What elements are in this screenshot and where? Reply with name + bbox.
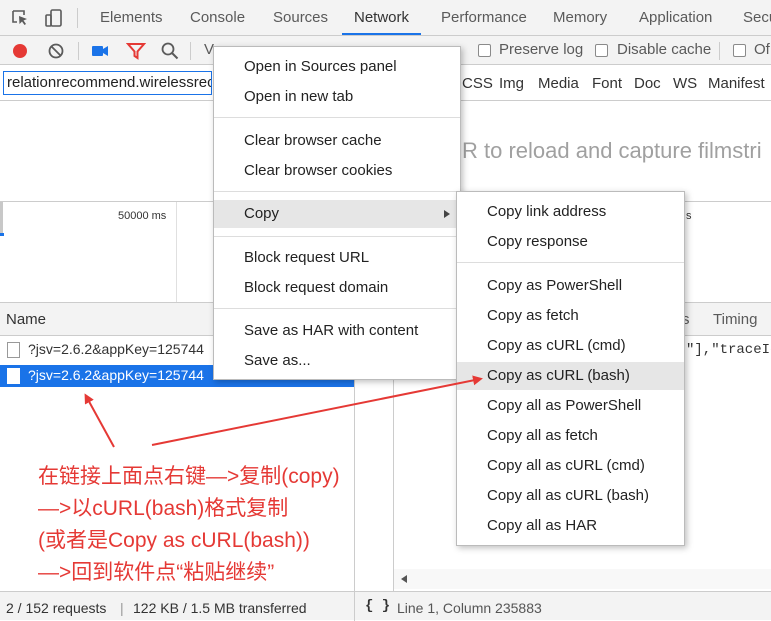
- annotation-line: —>回到软件点“粘贴继续”: [38, 561, 275, 584]
- annotation-line: 在链接上面点右键—>复制(copy): [38, 465, 340, 488]
- annotation-arrow-to-copy-curl-bash: [151, 375, 483, 446]
- annotation-line: (或者是Copy as cURL(bash)): [38, 529, 310, 552]
- annotation-line: —>以cURL(bash)格式复制: [38, 497, 289, 520]
- annotation-arrow-to-row: [84, 393, 115, 448]
